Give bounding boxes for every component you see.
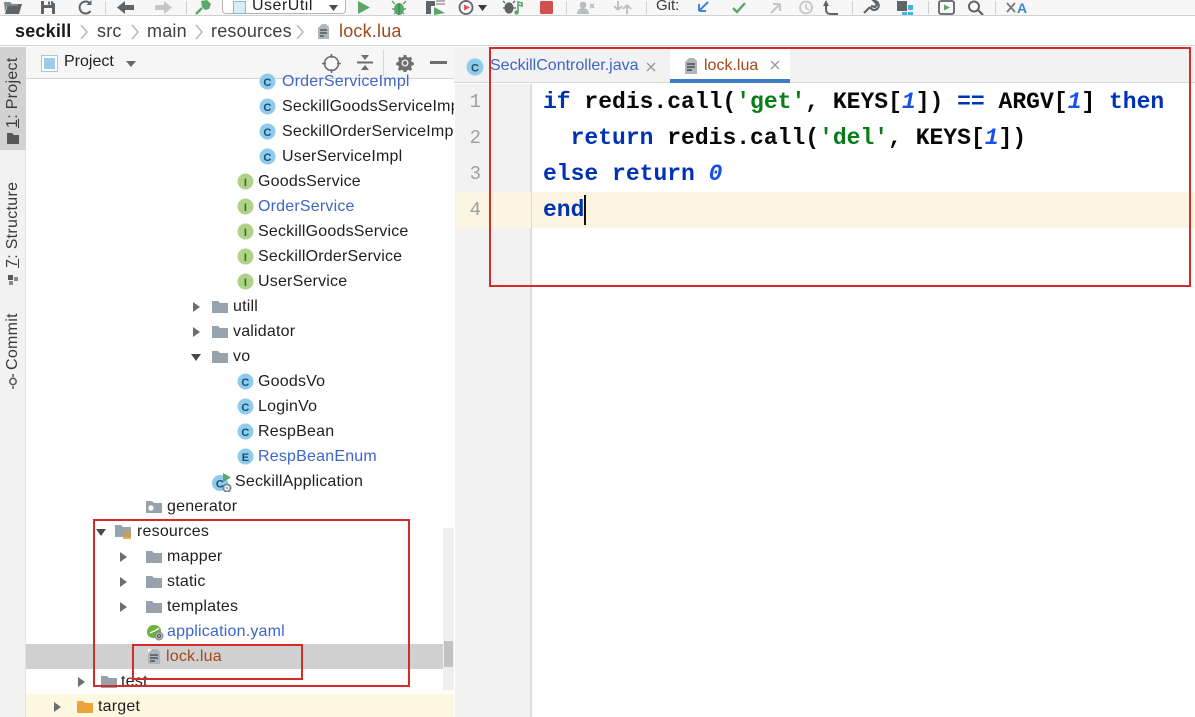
- svg-text:C: C: [263, 152, 271, 164]
- svg-text:I: I: [244, 227, 247, 239]
- svg-text:I: I: [244, 177, 247, 189]
- svg-text:C: C: [263, 77, 271, 89]
- svg-text:C: C: [241, 427, 249, 439]
- svg-text:C: C: [471, 63, 479, 75]
- svg-text:C: C: [263, 127, 271, 139]
- svg-text:C: C: [241, 402, 249, 414]
- svg-text:C: C: [263, 102, 271, 114]
- svg-text:C: C: [241, 377, 249, 389]
- svg-text:I: I: [244, 202, 247, 214]
- svg-text:I: I: [244, 252, 247, 264]
- svg-text:E: E: [242, 452, 250, 464]
- svg-text:I: I: [244, 277, 247, 289]
- svg-text:A: A: [1017, 0, 1027, 15]
